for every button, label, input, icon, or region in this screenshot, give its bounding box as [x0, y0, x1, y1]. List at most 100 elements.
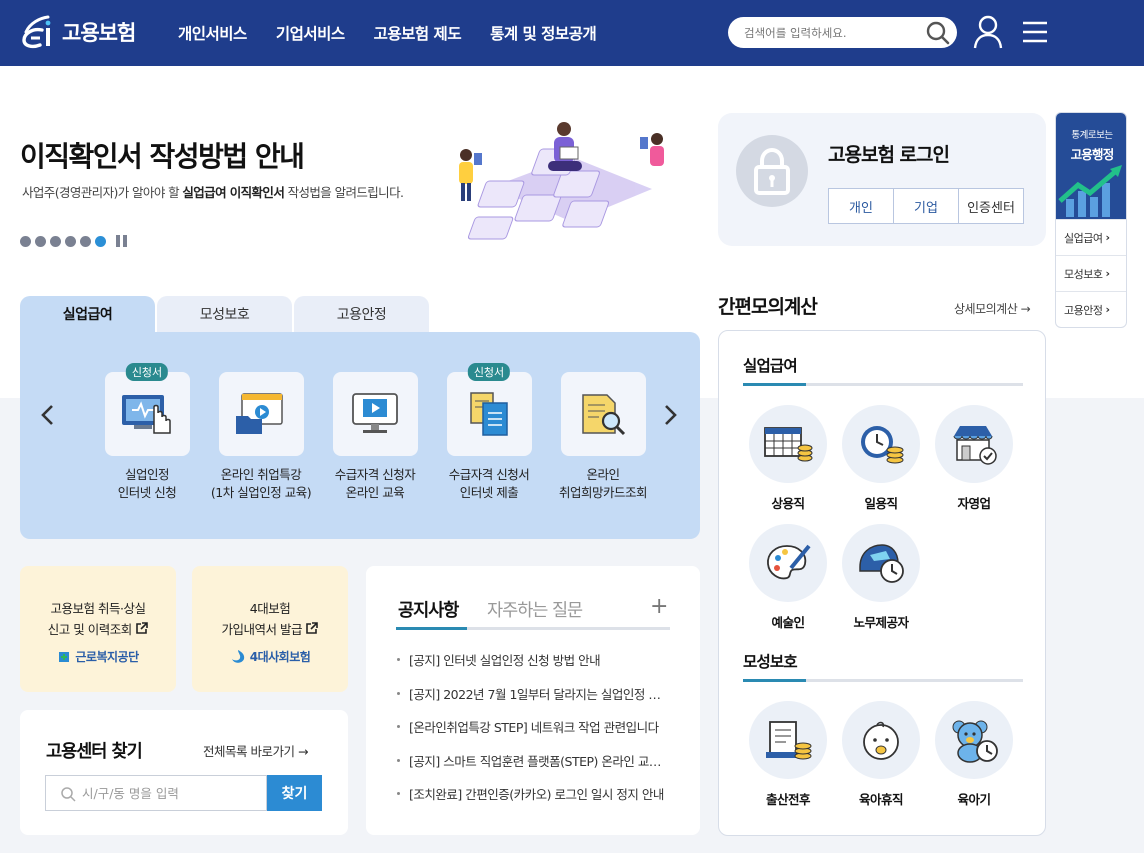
finder-all-link[interactable]: 전체목록 바로가기 → — [203, 741, 308, 760]
nav-insurance-system[interactable]: 고용보험 제도 — [374, 22, 462, 44]
service-box: 신청서 — [446, 363, 532, 456]
service-item-hope-card[interactable]: 온라인 취업희망카드조회 — [543, 372, 663, 502]
notice-item[interactable]: [공지] 인터넷 실업인정 신청 방법 안내 — [396, 650, 670, 684]
calc-circle — [749, 405, 827, 483]
calc-circle — [842, 405, 920, 483]
service-item-internet-submission[interactable]: 신청서 수급자격 신청서 인터넷 제출 — [429, 363, 549, 502]
service-box: 신청서 — [104, 363, 190, 456]
calc-item-parental-leave[interactable]: 육아휴직 — [841, 701, 921, 808]
quick-link-4insurance[interactable]: 4대보험 가입내역서 발급 4대사회보험 — [192, 566, 348, 692]
teddy-clock-icon — [952, 720, 998, 763]
pause-icon[interactable] — [116, 235, 127, 247]
side-stats-banner[interactable]: 통계로보는 고용행정 — [1056, 113, 1126, 219]
service-box — [218, 372, 304, 456]
chevron-left-icon[interactable] — [36, 400, 60, 430]
service-box — [332, 372, 418, 456]
arrow-right-icon: → — [1020, 302, 1031, 316]
chevron-right-icon: › — [1105, 267, 1110, 280]
calc-item-childbirth[interactable]: 출산전후 — [748, 701, 828, 808]
slide-dot[interactable] — [35, 235, 46, 247]
nav-statistics[interactable]: 통계 및 정보공개 — [490, 22, 597, 44]
hero-sub-bold: 실업급여 이직확인서 — [182, 185, 285, 200]
notice-item[interactable]: [공지] 2022년 7월 1일부터 달라지는 실업인정 방식 안내 — [396, 684, 670, 718]
side-link-label: 모성보호 — [1064, 267, 1103, 281]
org-comwel: 근로복지공단 — [20, 648, 176, 665]
calc-item-regular[interactable]: 상용직 — [748, 405, 828, 512]
calc-circle — [749, 524, 827, 602]
service-label: 수급자격 신청자 온라인 교육 — [334, 467, 416, 500]
tab-unemployment[interactable]: 실업급여 — [20, 296, 155, 332]
calc-item-labor-provider[interactable]: 노무제공자 — [841, 524, 921, 631]
slide-dot[interactable] — [95, 235, 106, 247]
logo[interactable]: 고용보험 — [18, 12, 136, 52]
hero-sub-pre: 사업주(경영관리자)가 알아야 할 — [22, 185, 183, 200]
quick-link-insurance-history[interactable]: 고용보험 취득·상실 신고 및 이력조회 근로복지공단 — [20, 566, 176, 692]
nav-personal[interactable]: 개인서비스 — [178, 22, 247, 44]
side-link-maternity[interactable]: 모성보호 › — [1056, 255, 1126, 291]
slide-dot[interactable] — [50, 235, 61, 247]
calc-detail-label: 상세모의계산 — [954, 302, 1018, 316]
search-input[interactable] — [744, 23, 914, 42]
side-link-unemployment[interactable]: 실업급여 › — [1056, 219, 1126, 255]
plus-icon[interactable]: + — [650, 594, 668, 619]
slide-dot[interactable] — [20, 235, 31, 247]
tab-maternity[interactable]: 모성보호 — [157, 296, 292, 332]
side-link-stability[interactable]: 고용안정 › — [1056, 291, 1126, 327]
calc-item-artist[interactable]: 예술인 — [748, 524, 828, 631]
service-item-online-lecture[interactable]: 온라인 취업특강 (1차 실업인정 교육) — [201, 372, 321, 502]
notice-item[interactable]: [조치완료] 간편인증(카카오) 로그인 일시 정지 안내 — [396, 784, 670, 818]
notice-item[interactable]: [온라인취업특강 STEP] 네트워크 작업 관련입니다 — [396, 717, 670, 751]
lock-icon — [754, 147, 790, 195]
calc-item-daily[interactable]: 일용직 — [841, 405, 921, 512]
calc-item-self-employed[interactable]: 자영업 — [934, 405, 1014, 512]
external-link-icon — [136, 622, 149, 634]
service-item-online-education[interactable]: 수급자격 신청자 온라인 교육 — [315, 372, 435, 502]
login-card: 고용보험 로그인 개인 기업 인증센터 — [718, 113, 1046, 246]
video-folder-icon — [236, 393, 283, 434]
notice-tab-line — [396, 627, 670, 630]
calc-section-line — [743, 679, 1023, 682]
calc-item-childcare[interactable]: 육아기 — [934, 701, 1014, 808]
hero-sub-post: 작성법을 알려드립니다. — [284, 185, 404, 200]
login-personal-button[interactable]: 개인 — [828, 188, 894, 224]
store-check-icon — [953, 426, 997, 465]
tab-faq[interactable]: 자주하는 질문 — [487, 597, 583, 622]
calc-section-maternity: 모성보호 — [743, 653, 798, 671]
side-link-label: 실업급여 — [1064, 231, 1103, 245]
chevron-right-icon: › — [1105, 303, 1110, 316]
notice-item[interactable]: [공지] 스마트 직업훈련 플랫폼(STEP) 온라인 교육 안내 — [396, 751, 670, 785]
slide-dot[interactable] — [65, 235, 76, 247]
search-icon[interactable] — [925, 20, 951, 46]
finder-search-button[interactable]: 찾기 — [267, 775, 322, 811]
user-icon[interactable] — [972, 14, 1004, 50]
hamburger-menu-icon[interactable] — [1022, 19, 1048, 45]
finder-input[interactable] — [82, 784, 262, 802]
login-business-button[interactable]: 기업 — [893, 188, 959, 224]
external-link-icon — [306, 622, 319, 634]
notice-list: [공지] 인터넷 실업인정 신청 방법 안내 [공지] 2022년 7월 1일부… — [396, 650, 670, 818]
tab-stability[interactable]: 고용안정 — [294, 296, 429, 332]
finder-input-box — [45, 775, 267, 811]
login-cert-center-button[interactable]: 인증센터 — [958, 188, 1024, 224]
service-item-online-certification[interactable]: 신청서 실업인정 인터넷 신청 — [87, 363, 207, 502]
calc-item-label: 출산전후 — [765, 792, 811, 807]
calc-circle — [935, 405, 1013, 483]
monitor-click-icon — [122, 395, 171, 434]
side-stats-big: 고용행정 — [1070, 147, 1115, 162]
org-name: 4대사회보험 — [249, 650, 311, 664]
calc-section-unemployment: 실업급여 — [743, 357, 798, 375]
notice-board: 공지사항 자주하는 질문 + [공지] 인터넷 실업인정 신청 방법 안내 [공… — [366, 566, 700, 835]
rising-chart-icon — [1058, 165, 1122, 217]
hero-title[interactable]: 이직확인서 작성방법 안내 — [20, 135, 305, 175]
nav-business[interactable]: 기업서비스 — [276, 22, 345, 44]
document-coins-icon — [766, 721, 812, 760]
arrow-right-icon: → — [297, 744, 308, 759]
slide-dot[interactable] — [80, 235, 91, 247]
palette-icon — [767, 544, 811, 580]
4insurance-logo-icon — [231, 649, 244, 663]
hero-subtitle: 사업주(경영관리자)가 알아야 할 실업급여 이직확인서 작성법을 알려드립니다… — [22, 182, 404, 201]
calc-title: 간편모의계산 — [718, 296, 818, 318]
tab-notice[interactable]: 공지사항 — [398, 597, 459, 622]
calc-detail-link[interactable]: 상세모의계산 → — [954, 300, 1031, 317]
helmet-clock-icon — [859, 544, 904, 583]
